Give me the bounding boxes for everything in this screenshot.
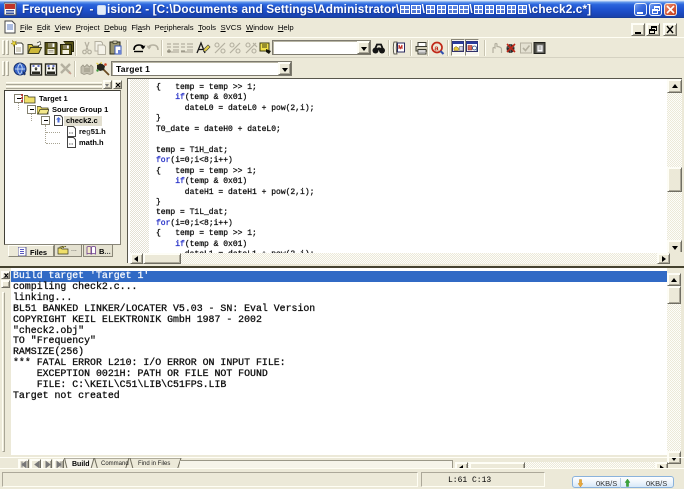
svg-text:a: a bbox=[434, 43, 439, 52]
